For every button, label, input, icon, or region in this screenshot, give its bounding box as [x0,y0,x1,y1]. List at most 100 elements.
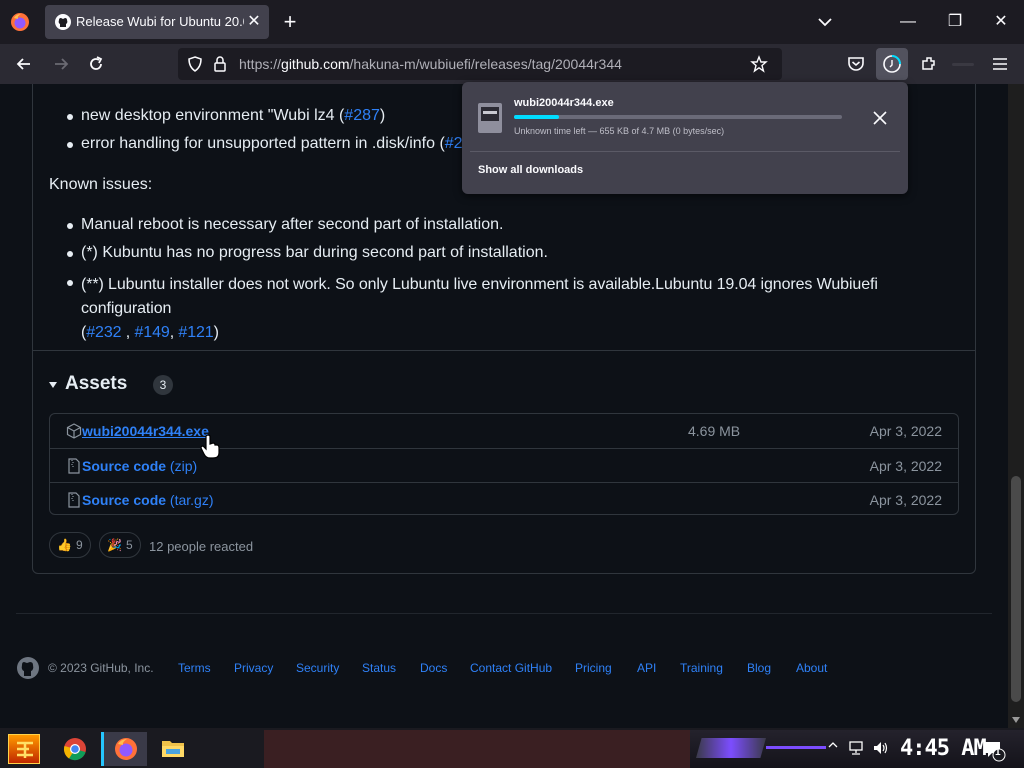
footer-link-security[interactable]: Security [296,661,339,675]
bookmark-star-icon[interactable] [750,55,768,73]
show-all-downloads-button[interactable]: Show all downloads [478,164,583,176]
issue-link[interactable]: #2 [445,135,463,152]
window-close-icon[interactable]: ✕ [989,10,1013,34]
footer-link-terms[interactable]: Terms [178,661,211,675]
cancel-download-icon[interactable] [870,108,890,128]
download-progress-bar [514,115,842,119]
bullet [67,223,73,229]
show-hidden-icons-icon[interactable] [828,740,838,750]
new-tab-icon[interactable]: + [280,11,300,33]
issue-link[interactable]: #232 [86,324,121,341]
extensions-icon[interactable] [919,54,939,74]
section-divider [33,350,975,351]
pocket-icon[interactable] [846,54,866,74]
start-button[interactable] [8,734,40,764]
known-issues-heading: Known issues: [49,176,153,193]
reload-icon[interactable] [86,54,106,74]
taskbar-firefox-active[interactable] [101,732,147,766]
tray-accent-line [766,746,826,749]
download-status: Unknown time left — 655 KB of 4.7 MB (0 … [514,126,725,136]
tab-title: Release Wubi for Ubuntu 20.0 [76,14,244,29]
active-tab[interactable]: Release Wubi for Ubuntu 20.0 ✕ [45,5,269,39]
chrome-icon[interactable] [63,737,87,761]
tab-strip: Release Wubi for Ubuntu 20.0 ✕ + — ❐ ✕ [0,0,1024,44]
bullet [67,280,73,286]
asset-date: Apr 3, 2022 [869,423,942,439]
url-text[interactable]: https://github.com/hakuna-m/wubiuefi/rel… [239,56,622,72]
tada-icon: 🎉 [107,538,122,552]
forward-icon[interactable] [51,54,71,74]
github-favicon-icon [55,14,71,30]
footer-link-docs[interactable]: Docs [420,661,447,675]
scroll-down-arrow-icon[interactable] [1012,716,1020,724]
reaction-tada[interactable]: 🎉 5 [99,532,141,558]
issue-link[interactable]: #121 [178,324,213,341]
firefox-icon [115,738,137,760]
toolbar-spacer [952,63,974,66]
footer-link-privacy[interactable]: Privacy [234,661,273,675]
bullet [67,251,73,257]
assets-count-badge: 3 [153,375,173,395]
asset-row: Source code (tar.gz) Apr 3, 2022 [50,482,958,516]
taskbar-empty-area [264,730,690,768]
issue-item: (**) Lubuntu installer does not work. So… [81,276,878,341]
downloads-button[interactable] [876,48,908,80]
firefox-menu-icon[interactable] [10,12,30,32]
taskbar-clock[interactable]: 4:45 AM [900,736,987,761]
issue-item: (*) Kubuntu has no progress bar during s… [81,244,548,261]
asset-link[interactable]: Source code (tar.gz) [82,492,214,508]
footer-link-api[interactable]: API [637,661,656,675]
taskbar: 1 4:45 AM [0,728,1024,768]
hamburger-menu-icon[interactable] [990,54,1010,74]
network-icon[interactable] [848,740,866,756]
url-bar[interactable]: https://github.com/hakuna-m/wubiuefi/rel… [178,48,782,80]
asset-size: 4.69 MB [688,423,741,439]
issue-link[interactable]: #149 [134,324,169,341]
footer-link-about[interactable]: About [796,661,827,675]
navigation-toolbar: https://github.com/hakuna-m/wubiuefi/rel… [0,44,1024,84]
triangle-down-icon [49,382,57,388]
bullet [67,142,73,148]
footer-link-contact[interactable]: Contact GitHub [470,661,552,675]
reaction-count: 9 [76,538,83,552]
assets-toggle[interactable]: Assets 3 [48,373,208,399]
volume-icon[interactable] [872,740,890,756]
reaction-count: 5 [126,538,133,552]
page-scrollbar[interactable] [1008,84,1024,728]
asset-date: Apr 3, 2022 [869,458,942,474]
downloads-divider [470,151,900,152]
executable-file-icon [478,103,502,133]
assets-table: wubi20044r344.exe 4.69 MB Apr 3, 2022 So… [49,413,959,515]
reacted-summary: 12 people reacted [149,539,254,554]
download-progress-fill [514,115,559,119]
tab-close-icon[interactable]: ✕ [245,13,263,31]
asset-row: wubi20044r344.exe 4.69 MB Apr 3, 2022 [50,414,958,448]
github-logo-icon[interactable] [16,656,40,680]
lock-icon[interactable] [212,55,228,73]
feature-item: error handling for unsupported pattern i… [81,135,463,152]
footer-link-training[interactable]: Training [680,661,723,675]
footer-link-status[interactable]: Status [362,661,396,675]
asset-link[interactable]: wubi20044r344.exe [82,423,209,439]
scroll-thumb[interactable] [1011,476,1021,702]
list-all-tabs-icon[interactable] [815,12,835,32]
reaction-thumbs-up[interactable]: 👍 9 [49,532,91,558]
asset-link[interactable]: Source code (zip) [82,458,197,474]
start-logo-icon [17,741,33,758]
footer-link-blog[interactable]: Blog [747,661,771,675]
file-zip-icon [68,458,80,474]
package-icon [66,423,82,439]
footer-copyright: © 2023 GitHub, Inc. [48,661,154,675]
minimize-icon[interactable]: — [896,10,920,34]
assets-heading: Assets [65,373,128,394]
bullet [67,114,73,120]
issue-link[interactable]: #287 [344,107,380,124]
shield-icon[interactable] [186,55,204,73]
notification-count: 1 [995,747,1001,758]
restore-icon[interactable]: ❐ [943,10,967,34]
file-explorer-icon[interactable] [161,737,185,759]
back-icon[interactable] [14,54,34,74]
footer-link-pricing[interactable]: Pricing [575,661,612,675]
asset-row: Source code (zip) Apr 3, 2022 [50,448,958,482]
asset-date: Apr 3, 2022 [869,492,942,508]
